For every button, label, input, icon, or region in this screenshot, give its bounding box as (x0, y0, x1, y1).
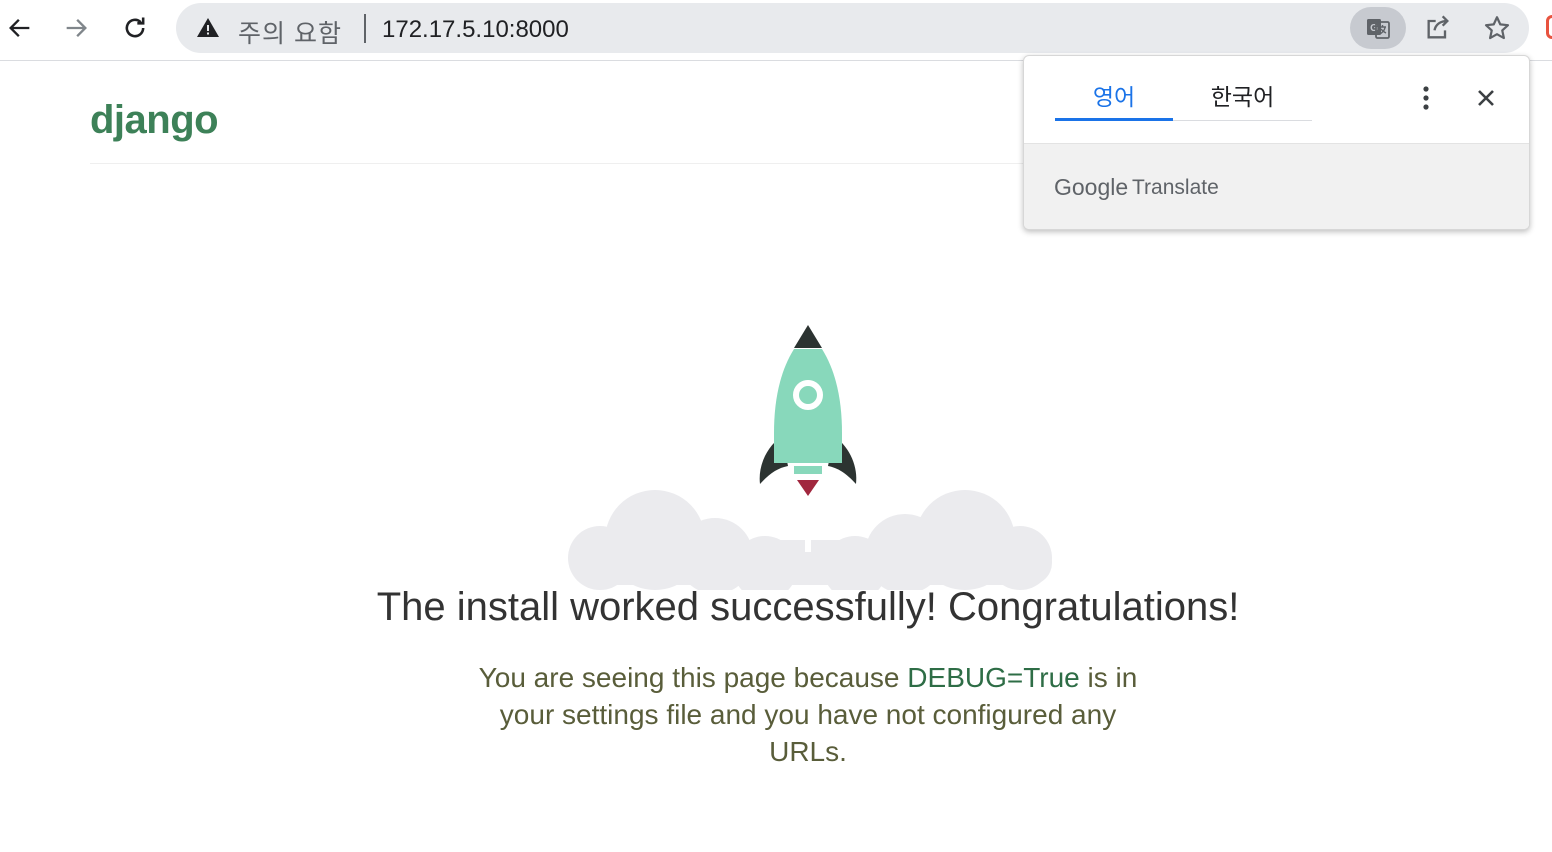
google-brand-text: Google (1054, 174, 1129, 200)
share-button[interactable] (1417, 7, 1459, 49)
success-heading: The install worked successfully! Congrat… (376, 585, 1240, 629)
browser-toolbar: 주의 요함 172.17.5.10:8000 G (0, 0, 1552, 61)
translate-button[interactable]: G (1350, 7, 1406, 49)
debug-setting-link[interactable]: DEBUG=True (907, 662, 1079, 693)
debug-message: You are seeing this page because DEBUG=T… (460, 659, 1156, 770)
close-icon (1478, 90, 1494, 106)
translate-icon: G (1367, 19, 1390, 39)
rocket-illustration (560, 318, 1060, 600)
star-icon (1484, 16, 1510, 40)
address-bar[interactable]: 주의 요함 172.17.5.10:8000 G (176, 3, 1529, 53)
popup-footer: Google Translate (1024, 143, 1529, 229)
rocket-icon (568, 325, 1052, 600)
bookmark-button[interactable] (1476, 7, 1518, 49)
reload-icon (125, 17, 145, 38)
tab-target-language[interactable]: 한국어 (1173, 78, 1312, 121)
warning-triangle-icon[interactable] (196, 16, 220, 40)
translate-popup: 영어 한국어 Google Translate (1023, 55, 1530, 230)
translate-brand-text: Translate (1132, 176, 1219, 199)
arrow-left-icon (9, 19, 30, 37)
popup-close-button[interactable] (1470, 80, 1502, 116)
share-icon (1427, 15, 1449, 39)
django-logo[interactable]: django (90, 98, 219, 143)
security-status-label[interactable]: 주의 요함 (238, 14, 342, 50)
arrow-right-icon (66, 19, 87, 37)
forward-button[interactable] (56, 8, 96, 48)
omnibox-divider (364, 14, 366, 43)
url-text[interactable]: 172.17.5.10:8000 (382, 16, 569, 44)
svg-text:G: G (1370, 23, 1378, 34)
reload-button[interactable] (115, 8, 155, 48)
more-vert-icon (1423, 86, 1429, 110)
profile-avatar[interactable] (1546, 15, 1552, 39)
popup-options-button[interactable] (1412, 80, 1440, 116)
tab-source-language[interactable]: 영어 (1055, 78, 1173, 121)
debug-message-intro: You are seeing this page because (478, 662, 908, 693)
back-button[interactable] (0, 8, 40, 48)
